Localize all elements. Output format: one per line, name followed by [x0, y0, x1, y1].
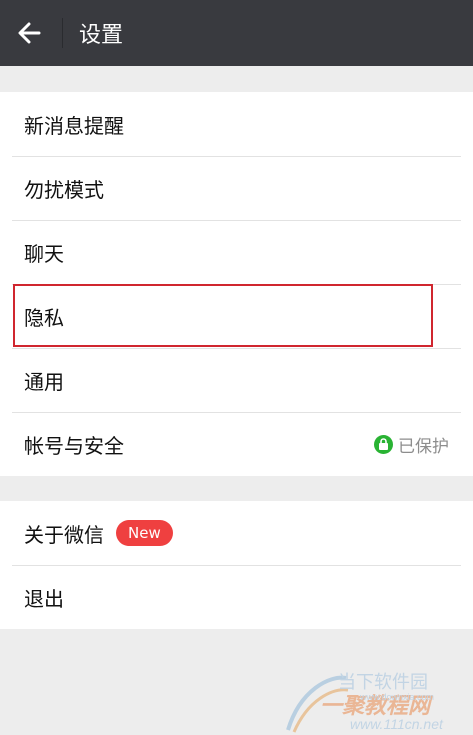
- row-new-message-alert[interactable]: 新消息提醒: [0, 92, 473, 156]
- watermark-line2: 一聚教程网: [320, 693, 431, 718]
- protected-status-text: 已保护: [398, 436, 449, 457]
- page-title: 设置: [79, 23, 124, 48]
- row-logout[interactable]: 退出: [0, 565, 473, 629]
- row-do-not-disturb[interactable]: 勿扰模式: [0, 156, 473, 220]
- watermark-line4: www.111cn.net: [350, 716, 443, 732]
- protected-status: 已保护: [374, 432, 449, 457]
- header-divider: [62, 18, 63, 48]
- row-label: 帐号与安全: [24, 433, 124, 458]
- row-label: 隐私: [24, 305, 64, 330]
- row-label: 关于微信: [24, 522, 104, 547]
- row-privacy[interactable]: 隐私: [0, 284, 473, 348]
- top-bar: 设置: [0, 0, 473, 66]
- row-label: 勿扰模式: [24, 177, 104, 202]
- watermark-line1: 当下软件园: [338, 672, 428, 692]
- row-label: 通用: [24, 369, 64, 394]
- watermark-swoosh-icon: [286, 675, 349, 733]
- settings-group-main: 新消息提醒 勿扰模式 聊天 隐私 通用 帐号与安全 已保护: [0, 92, 473, 476]
- back-button[interactable]: [0, 0, 58, 66]
- row-about-wechat[interactable]: 关于微信 New: [0, 501, 473, 565]
- settings-group-secondary: 关于微信 New 退出: [0, 501, 473, 629]
- row-label: 新消息提醒: [24, 113, 124, 138]
- lock-icon: [374, 434, 393, 454]
- new-badge: New: [116, 520, 173, 546]
- back-arrow-icon: [18, 22, 41, 44]
- row-chat[interactable]: 聊天: [0, 220, 473, 284]
- row-general[interactable]: 通用: [0, 348, 473, 412]
- row-label: 退出: [24, 586, 64, 611]
- row-account-security[interactable]: 帐号与安全 已保护: [0, 412, 473, 476]
- row-label: 聊天: [24, 241, 64, 266]
- watermark: 当下软件园 一聚教程网 www.downxia.com www.111cn.ne…: [280, 670, 473, 735]
- watermark-line3: www.downxia.com: [360, 692, 435, 702]
